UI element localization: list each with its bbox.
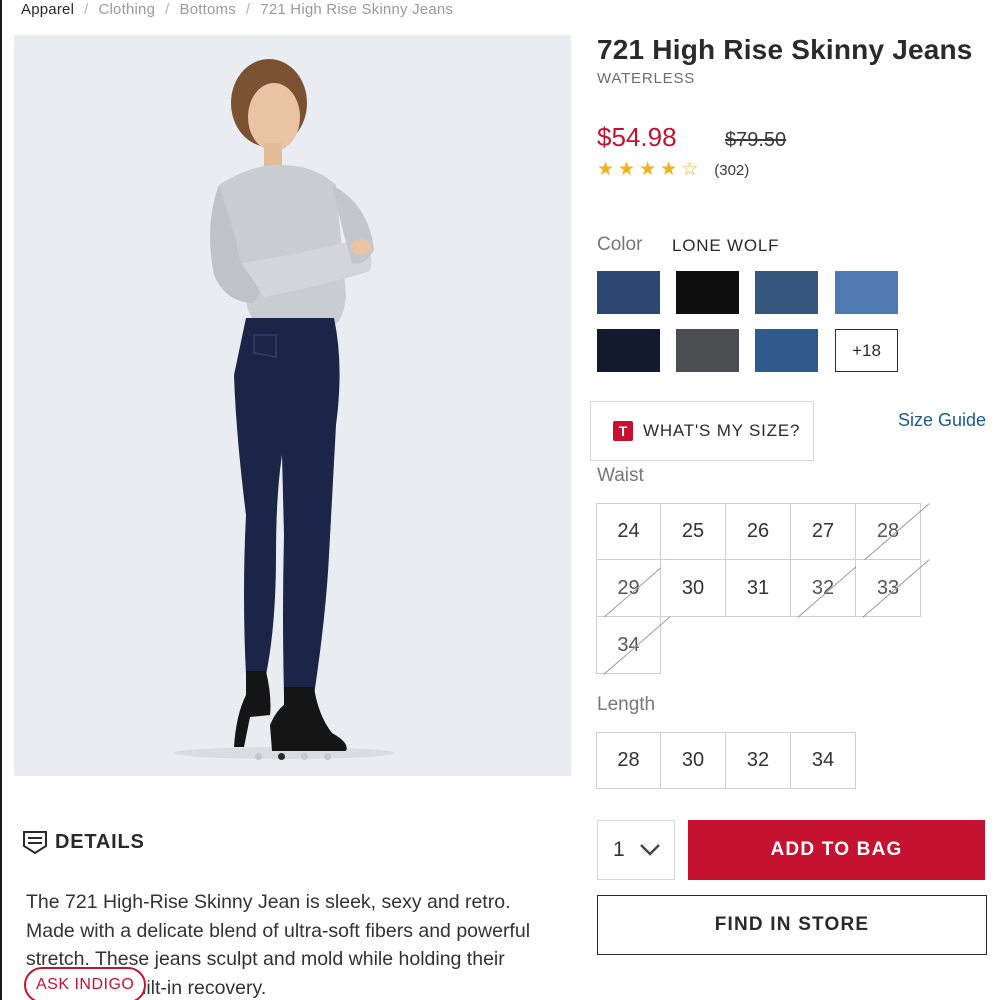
whats-my-size-button[interactable]: T WHAT'S MY SIZE? (590, 401, 814, 461)
breadcrumb-clothing[interactable]: Clothing (98, 1, 155, 18)
product-image[interactable] (14, 35, 571, 776)
breadcrumb-current: 721 High Rise Skinny Jeans (260, 1, 454, 18)
breadcrumb-separator: / (84, 1, 89, 18)
color-label: Color (597, 234, 643, 255)
whats-my-size-label: WHAT'S MY SIZE? (643, 421, 801, 440)
sale-price: $54.98 (597, 122, 677, 152)
length-option-34[interactable]: 34 (791, 732, 856, 789)
carousel-dot[interactable] (254, 753, 262, 760)
carousel-dot[interactable] (300, 753, 308, 760)
waist-option-24[interactable]: 24 (596, 503, 661, 560)
carousel-dot[interactable] (277, 753, 285, 760)
breadcrumb-separator: / (165, 1, 170, 18)
breadcrumb-apparel[interactable]: Apparel (21, 1, 74, 18)
product-subtitle: WATERLESS (597, 70, 696, 87)
length-option-32[interactable]: 32 (726, 732, 791, 789)
quantity-value: 1 (613, 838, 625, 861)
breadcrumb-separator: / (245, 1, 251, 18)
true-fit-icon: T (613, 421, 633, 441)
carousel-dots (14, 753, 571, 760)
waist-option-30[interactable]: 30 (661, 560, 726, 617)
waist-option-25[interactable]: 25 (661, 503, 726, 560)
star-filled-icon: ★ (597, 159, 615, 180)
breadcrumb: Apparel / Clothing / Bottoms / 721 High Rise S… (21, 1, 453, 18)
waist-option-29[interactable]: 29 (596, 560, 661, 617)
more-colors-button[interactable]: +18 (835, 329, 898, 372)
length-option-28[interactable]: 28 (596, 732, 661, 789)
waist-size-grid: 24 25 26 27 28 29 30 31 32 33 34 (596, 503, 921, 674)
color-swatch-7[interactable] (755, 329, 818, 372)
color-swatch-2[interactable] (676, 271, 739, 314)
star-filled-icon: ★ (618, 159, 636, 180)
ask-indigo-chat-button[interactable]: ASK INDIGO (24, 967, 147, 1000)
color-swatch-1[interactable] (597, 271, 660, 314)
original-price: $79.50 (725, 129, 787, 151)
length-label: Length (597, 694, 656, 715)
color-swatch-6[interactable] (676, 329, 739, 372)
details-title: DETAILS (55, 830, 145, 853)
details-header[interactable]: DETAILS (21, 828, 145, 856)
add-to-bag-button[interactable]: ADD TO BAG (688, 820, 985, 880)
selected-color-name: LONE WOLF (672, 236, 780, 255)
color-swatch-4[interactable] (835, 271, 898, 314)
waist-option-31[interactable]: 31 (726, 560, 791, 617)
star-empty-icon: ☆ (681, 159, 699, 180)
review-count[interactable]: (302) (714, 162, 749, 179)
breadcrumb-bottoms[interactable]: Bottoms (180, 1, 236, 18)
carousel-dot[interactable] (323, 753, 331, 760)
waist-option-32[interactable]: 32 (791, 560, 856, 617)
page-left-border (0, 0, 2, 1000)
waist-option-26[interactable]: 26 (726, 503, 791, 560)
star-filled-icon: ★ (660, 159, 678, 180)
find-in-store-button[interactable]: FIND IN STORE (597, 895, 987, 955)
waist-option-27[interactable]: 27 (791, 503, 856, 560)
waist-option-34[interactable]: 34 (596, 617, 661, 674)
color-swatch-5[interactable] (597, 329, 660, 372)
chevron-down-icon (639, 844, 660, 856)
product-title: 721 High Rise Skinny Jeans (597, 34, 973, 65)
quantity-select[interactable]: 1 (597, 820, 675, 880)
star-filled-icon: ★ (639, 159, 657, 180)
model-illustration (174, 59, 394, 759)
size-guide-link[interactable]: Size Guide (898, 410, 986, 431)
waist-label: Waist (597, 465, 644, 486)
waist-option-28[interactable]: 28 (856, 503, 921, 560)
color-swatch-3[interactable] (755, 271, 818, 314)
length-size-grid: 28 30 32 34 (596, 732, 856, 789)
details-tag-icon (23, 831, 47, 855)
length-option-30[interactable]: 30 (661, 732, 726, 789)
waist-option-33[interactable]: 33 (856, 560, 921, 617)
rating[interactable]: ★ ★ ★ ★ ☆ (302) (597, 160, 749, 180)
rating-stars: ★ ★ ★ ★ ☆ (597, 160, 698, 180)
